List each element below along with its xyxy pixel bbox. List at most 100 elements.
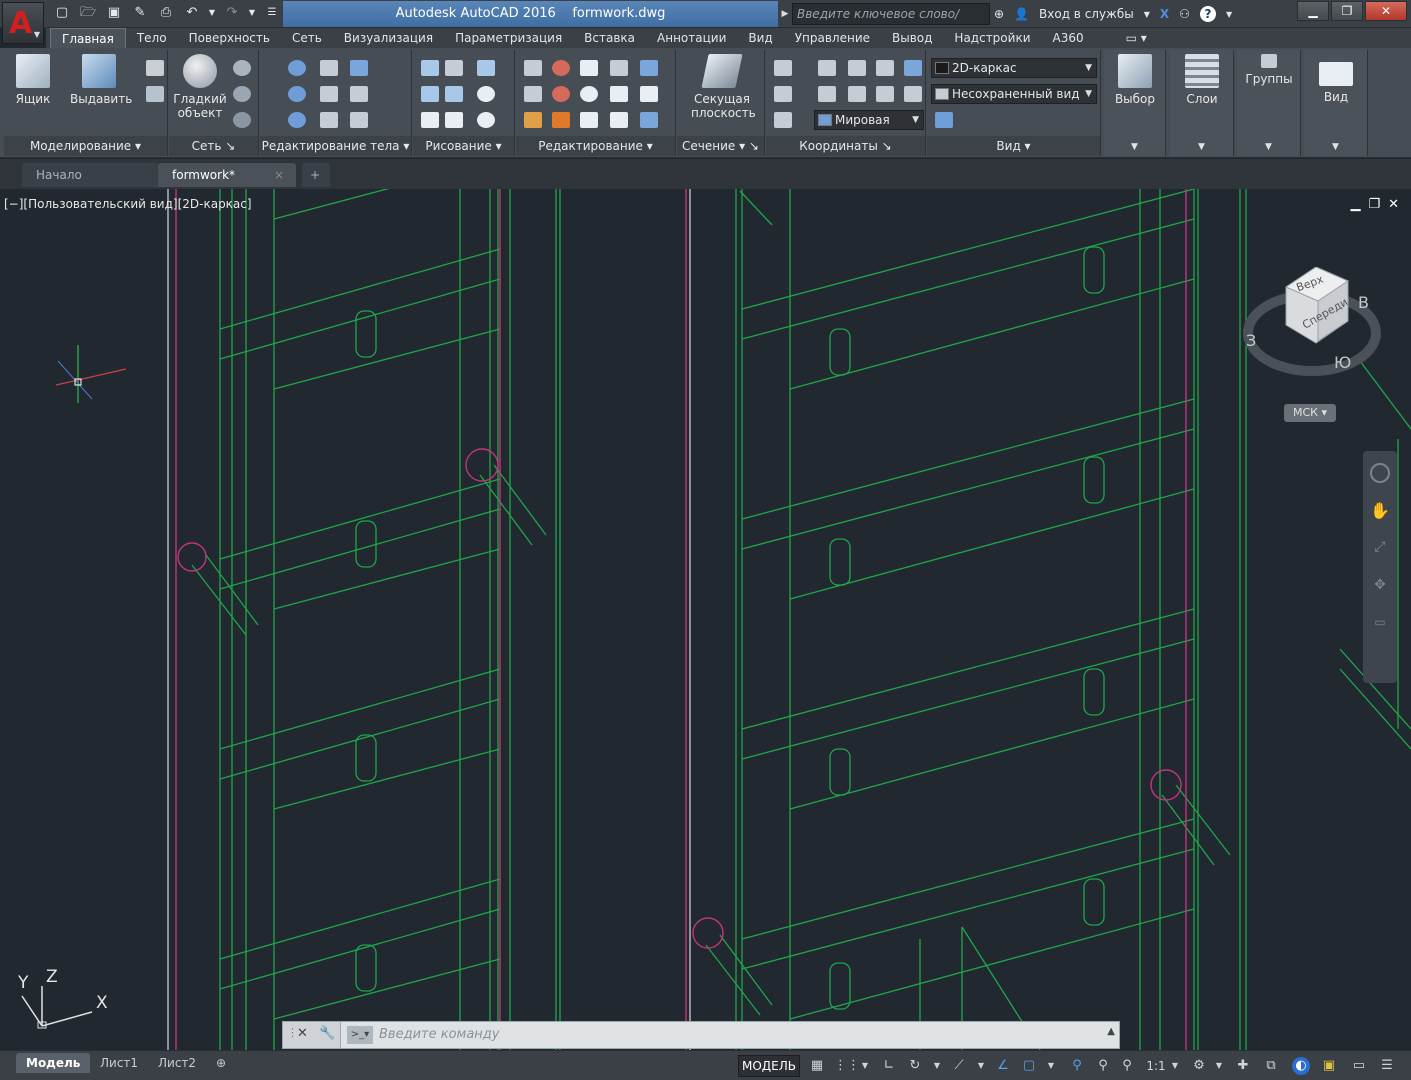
redo-dropdown-icon[interactable]: ▼ [248,3,256,23]
polar-icon[interactable]: ↻ [906,1057,924,1075]
customize-qat-icon[interactable]: ☰ [262,3,282,23]
tab-surface[interactable]: Поверхность [178,28,281,48]
tab-mesh[interactable]: Сеть [281,28,333,48]
fillet-icon[interactable] [524,86,542,102]
panel-draw-title[interactable]: Рисование ▾ [413,136,514,156]
ucs-previous-icon[interactable] [818,86,836,102]
copy-icon[interactable] [610,86,628,102]
array-icon[interactable] [610,60,628,76]
isodraft-dropdown-icon[interactable]: ▼ [972,1057,990,1075]
fillet-edge-icon[interactable] [350,112,368,128]
section-plane-button[interactable]: Секущая плоскость [691,54,756,120]
signin-link[interactable]: Вход в службы [1039,7,1134,21]
close-button[interactable]: ✕ [1365,1,1407,21]
subtract-icon[interactable] [288,86,306,102]
groups-button[interactable]: Группы [1240,54,1298,86]
tab-visualize[interactable]: Визуализация [333,28,444,48]
tab-addins[interactable]: Надстройки [943,28,1041,48]
open-file-icon[interactable]: 🗁 [78,3,98,23]
viewcube-south[interactable]: Ю [1334,353,1351,372]
user-icon[interactable]: 👤 [1014,7,1029,21]
extract-edges-icon[interactable] [320,60,338,76]
slice-icon[interactable] [320,86,338,102]
spline-icon[interactable] [421,86,439,102]
panel-section-title[interactable]: Сечение ▾ ↘ [677,136,764,156]
ucs-face-icon[interactable] [774,112,792,128]
chevron-down-icon[interactable]: ▼ [1304,142,1367,152]
new-tab-button[interactable]: + [302,163,330,187]
mesh-refine-icon[interactable] [233,112,251,128]
save-as-icon[interactable]: ✎ [130,3,150,23]
rectangle-icon[interactable] [445,112,463,128]
drawing-viewport[interactable]: [−][Пользовательский вид][2D-каркас] ▁ ❐… [0,189,1411,1050]
panel-modeling-title[interactable]: Моделирование ▾ [4,136,167,156]
help-dropdown-icon[interactable]: ▼ [1226,10,1232,19]
close-tab-icon[interactable]: × [274,163,284,187]
presspull-icon[interactable] [146,86,164,102]
layers-button[interactable]: Слои [1173,54,1231,106]
named-view-select[interactable]: Несохраненный вид ▼ [931,84,1097,104]
grid-array-icon[interactable] [640,112,658,128]
help-icon[interactable]: ? [1199,6,1216,22]
viewcube[interactable]: Верх Спереди З В Ю [1242,267,1382,407]
polygon-icon[interactable] [421,112,439,128]
arc-icon[interactable] [477,60,495,76]
tab-model[interactable]: Модель [16,1053,91,1073]
ucs-y-icon[interactable] [876,86,894,102]
isolate-objects-icon[interactable]: ◐ [1292,1057,1310,1075]
save-icon[interactable]: ▣ [104,3,124,23]
box-button[interactable]: Ящик [4,54,62,106]
panel-solid-editing-title[interactable]: Редактирование тела ▾ [260,136,411,156]
offset-icon[interactable] [640,60,658,76]
search-input[interactable]: Введите ключевое слово/фразу [792,3,990,41]
workspace-gear-icon[interactable]: ⚙ [1190,1057,1208,1075]
polyline-icon[interactable] [421,60,439,76]
binoculars-icon[interactable]: ⊕ [994,7,1004,21]
exchange-icon[interactable]: X [1160,7,1169,21]
ucs-object-icon[interactable] [904,60,922,76]
object-snap-dropdown-icon[interactable]: ▼ [1042,1057,1060,1075]
zoom-extents-icon[interactable]: ⤢ [1370,539,1390,559]
workspace-dropdown-icon[interactable]: ▼ [1210,1057,1228,1075]
command-history-icon[interactable]: ▲ [1107,1026,1115,1037]
mesh-smooth-less-icon[interactable] [233,86,251,102]
intersect-icon[interactable] [288,112,306,128]
hardware-acceleration-icon[interactable]: ▣ [1320,1057,1338,1075]
close-command-icon[interactable]: ✕ [297,1026,308,1041]
clean-screen-icon[interactable]: ▭ [1350,1057,1368,1075]
tab-view[interactable]: Вид [737,28,783,48]
ucs-world-icon[interactable] [818,60,836,76]
ucs-z-icon[interactable] [904,86,922,102]
tab-annotate[interactable]: Аннотации [646,28,737,48]
viewport-close-icon[interactable]: ✕ [1388,197,1399,212]
3d-align-icon[interactable] [552,112,570,128]
signin-dropdown-icon[interactable]: ▼ [1144,10,1150,19]
customize-command-icon[interactable]: 🔧 [319,1026,335,1041]
chevron-down-icon[interactable]: ▼ [1104,142,1165,152]
object-snap-tracking-icon[interactable]: ∠ [994,1057,1012,1075]
tab-manage[interactable]: Управление [784,28,881,48]
units-icon[interactable]: ⧉ [1262,1057,1280,1075]
panel-view-title[interactable]: Вид ▾ [927,136,1100,156]
chevron-down-icon[interactable]: ▼ [1170,142,1233,152]
pan-icon[interactable]: ✋ [1370,501,1390,521]
viewcube-east[interactable]: В [1358,293,1369,312]
viewport-config-icon[interactable] [935,112,953,128]
application-menu-button[interactable]: A ▼ [2,2,44,44]
thicken-icon[interactable] [320,112,338,128]
undo-dropdown-icon[interactable]: ▼ [208,3,216,23]
mesh-smooth-more-icon[interactable] [233,60,251,76]
undo-icon[interactable]: ↶ [182,3,202,23]
visual-style-select[interactable]: 2D-каркас ▼ [931,58,1097,78]
print-icon[interactable]: ⎙ [156,3,176,23]
ucs-named-icon[interactable] [774,86,792,102]
ucs-x-icon[interactable] [848,86,866,102]
annotation-scale-value[interactable]: 1:1 [1144,1057,1168,1075]
align-icon[interactable] [524,60,542,76]
selection-button[interactable]: Выбор [1106,54,1164,106]
panel-modify-title[interactable]: Редактирование ▾ [516,136,675,156]
new-file-icon[interactable]: ▢ [52,3,72,23]
shell-icon[interactable] [350,86,368,102]
isodraft-icon[interactable]: ⟋ [950,1057,968,1075]
tab-a360[interactable]: A360 [1042,28,1095,48]
